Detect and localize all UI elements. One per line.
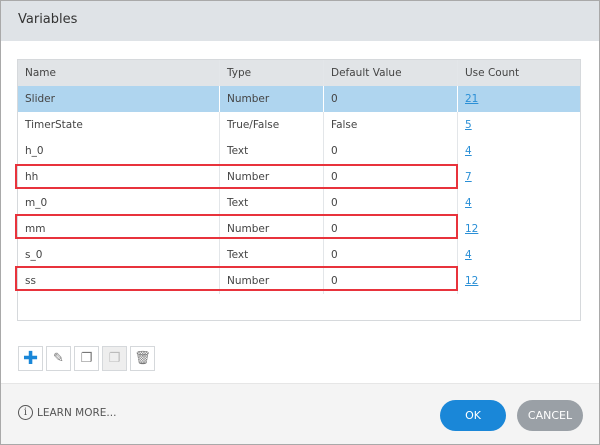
use-count-link[interactable]: 7 — [465, 171, 472, 183]
table-header: Name Type Default Value Use Count — [18, 60, 580, 86]
trash-icon: 🗑 — [134, 351, 151, 366]
column-header-name[interactable]: Name — [18, 60, 220, 86]
table-row[interactable]: Slider Number 0 21 — [18, 86, 580, 112]
column-header-type[interactable]: Type — [220, 60, 324, 86]
dialog-header: Variables — [1, 1, 599, 41]
variable-type: True/False — [220, 112, 324, 138]
use-count-link[interactable]: 4 — [465, 145, 472, 157]
highlight-box-ss — [15, 266, 458, 291]
variable-type: Text — [220, 138, 324, 164]
dialog-title: Variables — [18, 12, 78, 27]
info-icon: i — [18, 405, 33, 420]
variable-use-count[interactable]: 4 — [458, 190, 580, 216]
variable-default: 0 — [324, 138, 458, 164]
dialog-footer: i LEARN MORE... OK CANCEL — [1, 383, 599, 444]
ok-button[interactable]: OK — [440, 400, 506, 431]
highlight-box-mm — [15, 214, 458, 239]
variable-default: 0 — [324, 242, 458, 268]
copy-variable-button[interactable]: ❐ — [74, 346, 99, 371]
learn-more-label: LEARN MORE... — [37, 406, 117, 419]
edit-icon: ✎ — [53, 351, 64, 366]
variable-name: TimerState — [18, 112, 220, 138]
edit-variable-button[interactable]: ✎ — [46, 346, 71, 371]
variable-use-count[interactable]: 4 — [458, 242, 580, 268]
variable-use-count[interactable]: 4 — [458, 138, 580, 164]
table-row[interactable]: s_0 Text 0 4 — [18, 242, 580, 268]
table-row[interactable]: m_0 Text 0 4 — [18, 190, 580, 216]
use-count-link[interactable]: 12 — [465, 223, 478, 235]
column-header-default[interactable]: Default Value — [324, 60, 458, 86]
variable-type: Text — [220, 242, 324, 268]
add-variable-button[interactable]: ✚ — [18, 346, 43, 371]
variable-type: Text — [220, 190, 324, 216]
variable-name: Slider — [18, 86, 220, 112]
plus-icon: ✚ — [22, 348, 39, 369]
variable-default: False — [324, 112, 458, 138]
learn-more-link[interactable]: i LEARN MORE... — [18, 405, 116, 420]
copy-icon: ❐ — [80, 351, 93, 366]
variable-use-count[interactable]: 7 — [458, 164, 580, 190]
variable-name: h_0 — [18, 138, 220, 164]
use-count-link[interactable]: 21 — [465, 93, 478, 105]
variable-type: Number — [220, 86, 324, 112]
delete-variable-button[interactable]: 🗑 — [130, 346, 155, 371]
table-row[interactable]: TimerState True/False False 5 — [18, 112, 580, 138]
column-header-use-count[interactable]: Use Count — [458, 60, 580, 86]
paste-variable-button[interactable]: ❐ — [102, 346, 127, 371]
variable-use-count[interactable]: 12 — [458, 268, 580, 294]
variable-name: s_0 — [18, 242, 220, 268]
highlight-box-hh — [15, 164, 458, 189]
use-count-link[interactable]: 12 — [465, 275, 478, 287]
use-count-link[interactable]: 5 — [465, 119, 472, 131]
table-row[interactable]: h_0 Text 0 4 — [18, 138, 580, 164]
use-count-link[interactable]: 4 — [465, 197, 472, 209]
cancel-button[interactable]: CANCEL — [517, 400, 583, 431]
use-count-link[interactable]: 4 — [465, 249, 472, 261]
variable-use-count[interactable]: 5 — [458, 112, 580, 138]
variable-name: m_0 — [18, 190, 220, 216]
variable-use-count[interactable]: 21 — [458, 86, 580, 112]
paste-icon: ❐ — [108, 351, 121, 366]
variable-default: 0 — [324, 86, 458, 112]
variables-dialog: Variables Name Type Default Value Use Co… — [0, 0, 600, 445]
variable-default: 0 — [324, 190, 458, 216]
variable-use-count[interactable]: 12 — [458, 216, 580, 242]
